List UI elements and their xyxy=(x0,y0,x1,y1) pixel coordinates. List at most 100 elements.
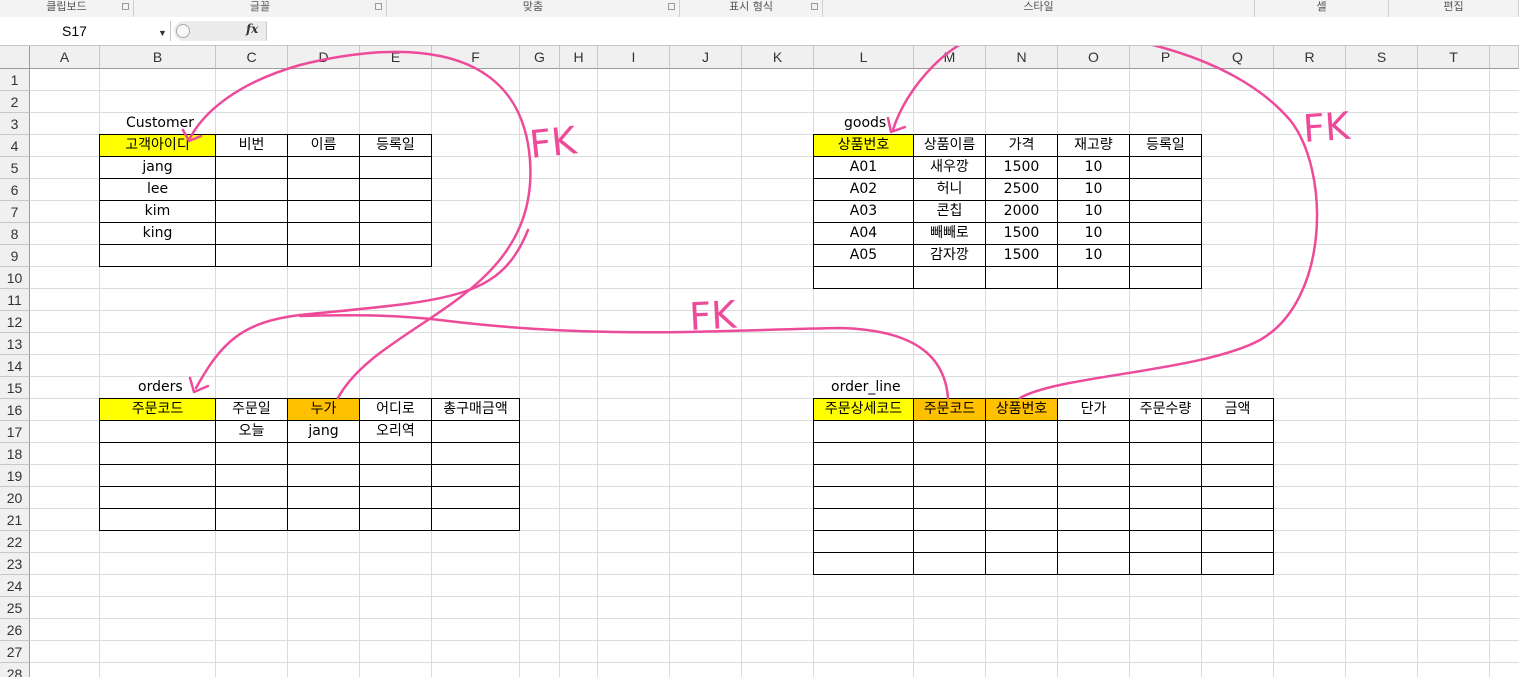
row-header-2[interactable]: 2 xyxy=(0,91,30,113)
table-cell[interactable] xyxy=(288,245,360,267)
table-cell[interactable]: 허니 xyxy=(914,179,986,201)
table-header-cell[interactable]: 가격 xyxy=(986,134,1058,157)
row-header-11[interactable]: 11 xyxy=(0,289,30,311)
table-cell[interactable] xyxy=(288,157,360,179)
column-header-h[interactable]: H xyxy=(560,46,598,69)
table-cell[interactable] xyxy=(1058,553,1130,575)
table-cell[interactable] xyxy=(1130,201,1202,223)
table-cell[interactable] xyxy=(1202,465,1274,487)
table-cell[interactable] xyxy=(1202,443,1274,465)
table-cell[interactable]: 10 xyxy=(1058,201,1130,223)
column-header-t[interactable]: T xyxy=(1418,46,1490,69)
table-cell[interactable] xyxy=(914,267,986,289)
table-cell[interactable] xyxy=(216,157,288,179)
column-header-o[interactable]: O xyxy=(1058,46,1130,69)
table-cell[interactable] xyxy=(986,487,1058,509)
table-header-cell[interactable]: 상품이름 xyxy=(914,134,986,157)
table-cell[interactable]: lee xyxy=(99,179,216,201)
table-cell[interactable]: 감자깡 xyxy=(914,245,986,267)
splitter-handle-icon[interactable] xyxy=(176,24,190,38)
column-header-f[interactable]: F xyxy=(432,46,520,69)
row-header-5[interactable]: 5 xyxy=(0,157,30,179)
row-header-7[interactable]: 7 xyxy=(0,201,30,223)
table-cell[interactable]: king xyxy=(99,223,216,245)
dialog-launcher-icon[interactable] xyxy=(122,3,129,10)
table-cell[interactable] xyxy=(986,553,1058,575)
table-cell[interactable] xyxy=(216,443,288,465)
table-cell[interactable]: 오리역 xyxy=(360,421,432,443)
table-cell[interactable] xyxy=(914,531,986,553)
table-cell[interactable] xyxy=(360,223,432,245)
dialog-launcher-icon[interactable] xyxy=(375,3,382,10)
table-cell[interactable] xyxy=(99,443,216,465)
table-cell[interactable] xyxy=(99,421,216,443)
table-cell[interactable] xyxy=(1130,223,1202,245)
table-cell[interactable] xyxy=(1130,553,1202,575)
table-cell[interactable] xyxy=(1202,421,1274,443)
table-cell[interactable] xyxy=(914,443,986,465)
row-header-10[interactable]: 10 xyxy=(0,267,30,289)
row-header-27[interactable]: 27 xyxy=(0,641,30,663)
table-header-cell[interactable]: 어디로 xyxy=(360,398,432,421)
table-cell[interactable] xyxy=(1202,509,1274,531)
table-cell[interactable] xyxy=(914,421,986,443)
table-cell[interactable] xyxy=(360,157,432,179)
table-cell[interactable] xyxy=(1130,443,1202,465)
table-cell[interactable] xyxy=(1058,487,1130,509)
table-cell[interactable] xyxy=(1130,509,1202,531)
table-cell[interactable]: A04 xyxy=(813,223,914,245)
row-header-3[interactable]: 3 xyxy=(0,113,30,135)
row-header-1[interactable]: 1 xyxy=(0,69,30,91)
table-cell[interactable] xyxy=(1058,443,1130,465)
table-cell[interactable]: 오늘 xyxy=(216,421,288,443)
table-cell[interactable]: A03 xyxy=(813,201,914,223)
table-cell[interactable] xyxy=(986,421,1058,443)
table-cell[interactable] xyxy=(1130,531,1202,553)
row-header-19[interactable]: 19 xyxy=(0,465,30,487)
column-header-k[interactable]: K xyxy=(742,46,814,69)
table-header-cell[interactable]: 비번 xyxy=(216,134,288,157)
table-cell[interactable] xyxy=(1130,157,1202,179)
row-header-18[interactable]: 18 xyxy=(0,443,30,465)
table-header-cell[interactable]: 등록일 xyxy=(360,134,432,157)
table-cell[interactable] xyxy=(1058,267,1130,289)
row-header-23[interactable]: 23 xyxy=(0,553,30,575)
table-cell[interactable]: jang xyxy=(99,157,216,179)
table-cell[interactable]: 10 xyxy=(1058,179,1130,201)
column-header-j[interactable]: J xyxy=(670,46,742,69)
table-cell[interactable] xyxy=(360,179,432,201)
dialog-launcher-icon[interactable] xyxy=(811,3,818,10)
table-header-cell[interactable]: 주문상세코드 xyxy=(813,398,914,421)
table-cell[interactable] xyxy=(1130,245,1202,267)
table-cell[interactable]: jang xyxy=(288,421,360,443)
table-cell[interactable] xyxy=(914,509,986,531)
column-header-a[interactable]: A xyxy=(30,46,100,69)
table-cell[interactable] xyxy=(914,553,986,575)
table-cell[interactable] xyxy=(986,509,1058,531)
table-cell[interactable] xyxy=(813,267,914,289)
column-header-b[interactable]: B xyxy=(100,46,216,69)
row-header-6[interactable]: 6 xyxy=(0,179,30,201)
insert-function-icon[interactable]: fx xyxy=(246,22,258,36)
table-cell[interactable] xyxy=(360,443,432,465)
name-box-dropdown-icon[interactable]: ▼ xyxy=(158,23,167,43)
table-cell[interactable] xyxy=(1058,421,1130,443)
table-header-cell[interactable]: 주문코드 xyxy=(99,398,216,421)
table-cell[interactable]: 콘칩 xyxy=(914,201,986,223)
select-all-corner[interactable] xyxy=(0,46,30,69)
table-cell[interactable] xyxy=(216,245,288,267)
table-cell[interactable]: A01 xyxy=(813,157,914,179)
table-cell[interactable] xyxy=(1202,531,1274,553)
table-cell[interactable] xyxy=(813,531,914,553)
row-header-17[interactable]: 17 xyxy=(0,421,30,443)
table-header-cell[interactable]: 재고량 xyxy=(1058,134,1130,157)
table-cell[interactable] xyxy=(99,465,216,487)
table-cell[interactable] xyxy=(986,443,1058,465)
table-cell[interactable] xyxy=(288,223,360,245)
table-header-cell[interactable]: 이름 xyxy=(288,134,360,157)
table-cell[interactable]: 1500 xyxy=(986,157,1058,179)
column-header-g[interactable]: G xyxy=(520,46,560,69)
row-header-9[interactable]: 9 xyxy=(0,245,30,267)
table-cell[interactable]: 빼빼로 xyxy=(914,223,986,245)
row-header-22[interactable]: 22 xyxy=(0,531,30,553)
